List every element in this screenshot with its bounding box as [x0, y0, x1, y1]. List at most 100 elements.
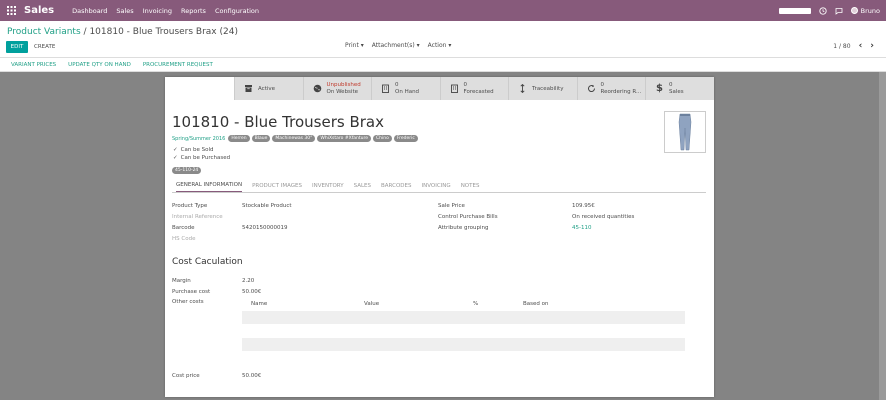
- forecasted-smart-button[interactable]: 0 Forecasted: [439, 77, 508, 100]
- tab-notes[interactable]: NOTES: [461, 183, 480, 189]
- pager-next-icon[interactable]: ›: [870, 42, 874, 51]
- pager-value[interactable]: 1 / 80: [833, 43, 850, 50]
- apps-grid-icon[interactable]: [2, 0, 20, 21]
- chat-icon[interactable]: [835, 7, 843, 15]
- product-type-value[interactable]: Stockable Product: [242, 203, 292, 209]
- active-smart-button[interactable]: Active: [234, 77, 303, 100]
- variant-prices-button[interactable]: VARIANT PRICES: [11, 62, 56, 68]
- action-dropdown[interactable]: Action ▾: [428, 42, 452, 49]
- margin-value[interactable]: 2.20: [242, 278, 254, 284]
- print-dropdown[interactable]: Print ▾: [345, 42, 364, 49]
- can-be-sold-checkbox[interactable]: ✓ Can be Sold: [173, 147, 214, 153]
- control-bills-value[interactable]: On received quantities: [572, 214, 634, 220]
- user-menu[interactable]: Bruno: [850, 7, 880, 15]
- column-percent[interactable]: %: [473, 301, 478, 307]
- column-based-on[interactable]: Based on: [523, 301, 548, 307]
- attribute-grouping-value[interactable]: 45-110: [572, 225, 591, 231]
- checkmark-icon: ✓: [173, 155, 178, 161]
- purchase-cost-value[interactable]: 50.00€: [242, 289, 261, 295]
- sales-smart-button[interactable]: $ 0 Sales: [645, 77, 714, 100]
- control-bills-label: Control Purchase Bills: [438, 214, 498, 220]
- tag-chip[interactable]: 45-110-24: [172, 167, 202, 174]
- traceability-smart-button[interactable]: Traceability: [508, 77, 577, 100]
- menu-invoicing[interactable]: Invoicing: [143, 7, 172, 15]
- reordering-smart-button[interactable]: 0 Reordering R...: [576, 77, 645, 100]
- menu-dashboard[interactable]: Dashboard: [72, 7, 107, 15]
- can-be-sold-label: Can be Sold: [180, 147, 214, 153]
- tab-invoicing[interactable]: INVOICING: [421, 183, 450, 189]
- column-value[interactable]: Value: [364, 301, 379, 307]
- menu-configuration[interactable]: Configuration: [215, 7, 259, 15]
- control-panel: Product Variants / 101810 - Blue Trouser…: [0, 21, 886, 58]
- sales-label: Sales: [669, 88, 684, 95]
- form-sheet: Active Unpublished On Website 0 On Hand: [165, 77, 714, 397]
- tag-chip[interactable]: Blaue: [251, 135, 271, 142]
- barcode-value[interactable]: 5420150000019: [242, 225, 288, 231]
- purchase-cost-label: Purchase cost: [172, 289, 211, 295]
- forecasted-value: 0: [463, 81, 468, 88]
- table-row[interactable]: [242, 338, 685, 351]
- archive-icon: [244, 84, 253, 93]
- column-name[interactable]: Name: [251, 301, 267, 307]
- tag-chip[interactable]: Chino: [373, 135, 392, 142]
- top-navbar: Sales Dashboard Sales Invoicing Reports …: [0, 0, 886, 21]
- hs-code-label: HS Code: [172, 236, 196, 242]
- globe-icon: [313, 84, 322, 93]
- update-qty-button[interactable]: UPDATE QTY ON HAND: [68, 62, 131, 68]
- checkmark-icon: ✓: [173, 147, 178, 153]
- tag-chip[interactable]: Frederic: [393, 135, 418, 142]
- tab-barcodes[interactable]: BARCODES: [381, 183, 411, 189]
- tab-general-information[interactable]: GENERAL INFORMATION: [176, 182, 243, 192]
- clock-icon[interactable]: [818, 6, 827, 15]
- product-title[interactable]: 101810 - Blue Trousers Brax: [172, 113, 384, 131]
- breadcrumb-separator: /: [83, 27, 87, 37]
- barcode-label: Barcode: [172, 225, 195, 231]
- procurement-request-button[interactable]: PROCUREMENT REQUEST: [143, 62, 213, 68]
- table-row[interactable]: [242, 311, 685, 324]
- forecasted-label: Forecasted: [463, 88, 494, 95]
- refresh-icon: [587, 84, 596, 93]
- scrollbar[interactable]: [879, 72, 886, 400]
- sale-price-label: Sale Price: [438, 203, 465, 209]
- traceability-label: Traceability: [532, 85, 564, 92]
- menu-sales[interactable]: Sales: [116, 7, 133, 15]
- cost-price-label: Cost price: [172, 373, 200, 379]
- website-status: Unpublished: [326, 81, 361, 88]
- menu-reports[interactable]: Reports: [181, 7, 206, 15]
- pager: 1 / 80 ‹ ›: [833, 42, 874, 51]
- tag-chip[interactable]: Herren: [228, 135, 250, 142]
- tab-product-images[interactable]: PRODUCT IMAGES: [252, 183, 302, 189]
- product-image[interactable]: [664, 111, 706, 153]
- building-icon: [450, 84, 459, 93]
- vertical-arrows-icon: [518, 84, 527, 93]
- form-header-buttons: VARIANT PRICES UPDATE QTY ON HAND PROCUR…: [0, 58, 886, 72]
- tag-chip[interactable]: Machinewas 30°: [272, 135, 316, 142]
- onhand-value: 0: [395, 81, 399, 88]
- other-costs-label: Other costs: [172, 299, 204, 305]
- breadcrumb-product-variants[interactable]: Product Variants: [7, 27, 81, 37]
- edit-button[interactable]: EDIT: [6, 41, 28, 53]
- can-be-purchased-checkbox[interactable]: ✓ Can be Purchased: [173, 155, 230, 161]
- breadcrumb-current: 101810 - Blue Trousers Brax (24): [89, 27, 238, 37]
- app-name[interactable]: Sales: [24, 5, 54, 16]
- onhand-smart-button[interactable]: 0 On Hand: [371, 77, 440, 100]
- create-button[interactable]: CREATE: [34, 41, 55, 53]
- can-be-purchased-label: Can be Purchased: [180, 155, 231, 161]
- active-label: Active: [258, 85, 276, 92]
- cost-price-value[interactable]: 50.00€: [242, 373, 261, 379]
- building-icon: [381, 84, 390, 93]
- attachments-dropdown[interactable]: Attachment(s) ▾: [372, 42, 420, 49]
- notebook-tabs: GENERAL INFORMATION PRODUCT IMAGES INVEN…: [172, 179, 706, 193]
- sale-price-value[interactable]: 109.95€: [572, 203, 595, 209]
- onhand-label: On Hand: [395, 88, 420, 95]
- website-smart-button[interactable]: Unpublished On Website: [302, 77, 371, 100]
- internal-reference-label: Internal Reference: [172, 214, 223, 220]
- pager-previous-icon[interactable]: ‹: [859, 42, 863, 51]
- product-tags: Spring/Summer 2016 Herren Blaue Machinew…: [172, 135, 418, 142]
- onboarding-progress-bar[interactable]: [778, 7, 811, 14]
- season-link[interactable]: Spring/Summer 2016: [172, 136, 225, 142]
- tab-inventory[interactable]: INVENTORY: [312, 183, 344, 189]
- avatar: [850, 7, 858, 14]
- tag-chip[interactable]: WhiXstaro #Xfanture: [317, 135, 372, 142]
- tab-sales[interactable]: SALES: [354, 183, 371, 189]
